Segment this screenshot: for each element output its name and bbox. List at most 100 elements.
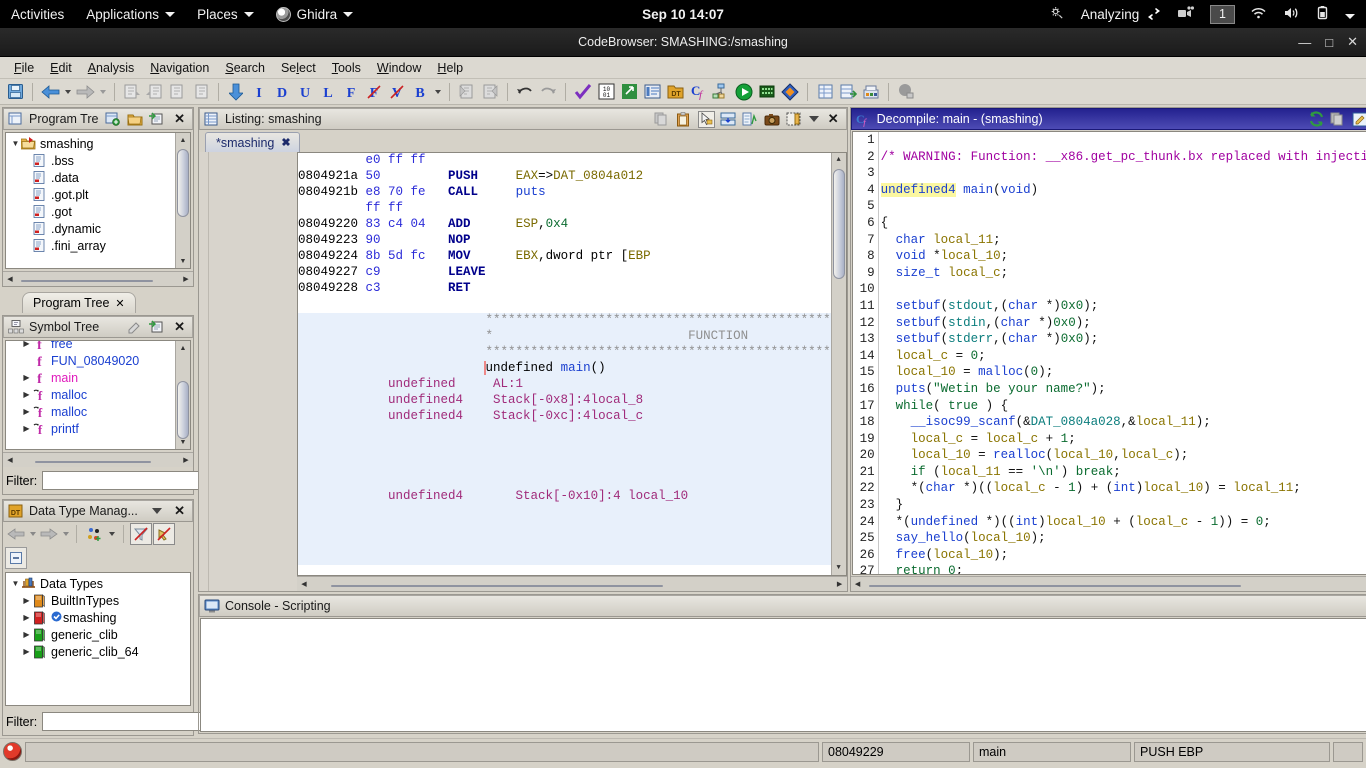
code-line[interactable]: puts("Wetin be your name?");	[881, 381, 1366, 398]
code-line[interactable]: /* WARNING: Function: __x86.get_pc_thunk…	[881, 149, 1366, 166]
expand-twisty-icon[interactable]: ▶	[21, 596, 32, 605]
snapshot-prev2-icon[interactable]	[167, 81, 189, 103]
listing-row[interactable]: ff ff	[298, 201, 846, 217]
code-line[interactable]: *(undefined *)((int)local_10 + (local_c …	[881, 514, 1366, 531]
code-line[interactable]	[881, 281, 1366, 298]
symbol-item-malloc[interactable]: ▶ f malloc	[6, 403, 190, 420]
symbol-item-free[interactable]: ▶ f free	[6, 341, 190, 352]
vertical-scrollbar[interactable]: ▲ ▼	[175, 133, 190, 268]
back-arrow-icon[interactable]	[39, 81, 61, 103]
code-line[interactable]	[881, 132, 1366, 149]
listing-row[interactable]: 08049223 90 NOP	[298, 233, 846, 249]
listing-row[interactable]: 08049224 8b 5d fc MOV EBX,dword ptr [EBP	[298, 249, 846, 265]
data-icon[interactable]: D	[271, 81, 293, 103]
listing-row[interactable]: e0 ff ff	[298, 153, 846, 169]
new-window-icon[interactable]	[148, 111, 165, 128]
console-output[interactable]	[200, 618, 1366, 732]
refresh-icon[interactable]	[1308, 111, 1325, 128]
menu-analysis[interactable]: Analysis	[80, 59, 143, 77]
new-tree-icon[interactable]	[104, 111, 121, 128]
back-dropdown-icon[interactable]	[62, 81, 73, 103]
maximize-button[interactable]: □	[1325, 35, 1333, 50]
back-arrow-icon[interactable]	[5, 523, 27, 545]
check-icon[interactable]	[572, 81, 594, 103]
memory-map-icon[interactable]	[641, 81, 663, 103]
wifi-icon[interactable]	[1243, 6, 1274, 23]
menu-select[interactable]: Select	[273, 59, 324, 77]
decompiler-body[interactable]: 1 2 3 4 5 6 7 8 9 10 11 12 13 14 15 16 17 18 19 20 21 22 23 24 2…	[851, 131, 1366, 575]
save-icon[interactable]	[4, 81, 26, 103]
table-icon[interactable]	[786, 111, 803, 128]
scroll-up-arrow[interactable]: ▲	[832, 153, 846, 167]
chevron-down-icon[interactable]	[148, 503, 165, 520]
tab-program-tree[interactable]: Program Tree ✕	[22, 292, 136, 313]
filter-input[interactable]	[42, 712, 206, 731]
code-line[interactable]: return 0;	[881, 563, 1366, 574]
undo-icon[interactable]	[514, 81, 536, 103]
code-line[interactable]: __isoc99_scanf(&DAT_0804a028,&local_11);	[881, 414, 1366, 431]
symbol-item-fun_08049020[interactable]: f FUN_08049020	[6, 352, 190, 369]
new-window-icon[interactable]	[148, 319, 165, 336]
diff-prev-icon[interactable]	[456, 81, 478, 103]
listing-variable-row[interactable]: undefined4 Stack[-0xc]:4local_c	[298, 409, 846, 425]
bookmark-dropdown-icon[interactable]	[432, 81, 443, 103]
decompile-icon[interactable]: Cf	[687, 81, 709, 103]
scroll-left-arrow[interactable]: ◀	[851, 580, 865, 588]
expand-twisty-icon[interactable]: ▼	[10, 579, 21, 588]
listing-function-signature[interactable]: undefined main()	[298, 361, 846, 377]
listing-row[interactable]: 08049227 c9 LEAVE	[298, 265, 846, 281]
expand-twisty-icon[interactable]: ▶	[21, 407, 32, 416]
forward-dropdown-icon[interactable]	[61, 523, 70, 545]
expand-twisty-icon[interactable]: ▶	[21, 613, 32, 622]
clear-flow-icon[interactable]: F	[363, 81, 385, 103]
data-type-item-generic_clib[interactable]: ▶ generic_clib	[6, 626, 190, 643]
filter-pointer-off-icon[interactable]	[153, 523, 175, 545]
scroll-thumb[interactable]	[35, 461, 151, 463]
close-icon[interactable]: ✕	[115, 297, 124, 310]
tree-root-smashing[interactable]: ▼ smashing	[6, 135, 190, 152]
copy-icon[interactable]	[1330, 111, 1347, 128]
places-menu[interactable]: Places	[186, 0, 265, 28]
filter-off-icon[interactable]	[130, 523, 152, 545]
code-line[interactable]: local_10 = malloc(0);	[881, 364, 1366, 381]
vertical-scrollbar[interactable]: ▲ ▼	[830, 153, 846, 575]
menu-tools[interactable]: Tools	[324, 59, 369, 77]
new-type-dropdown-icon[interactable]	[106, 523, 117, 545]
horizontal-scrollbar[interactable]: ◀ ▶	[297, 576, 847, 591]
code-line[interactable]: }	[881, 497, 1366, 514]
diamond-icon[interactable]	[779, 81, 801, 103]
listing-row[interactable]: 08049228 c3 RET	[298, 281, 846, 297]
symbol-item-printf[interactable]: ▶ f printf	[6, 420, 190, 437]
scroll-up-arrow[interactable]: ▲	[176, 133, 190, 147]
code-line[interactable]: if (local_11 == '\n') break;	[881, 464, 1366, 481]
cursor-icon[interactable]	[697, 110, 715, 128]
expand-twisty-icon[interactable]: ▶	[21, 424, 32, 433]
close-icon[interactable]: ✕	[824, 111, 843, 127]
snapshot-next-icon[interactable]	[144, 81, 166, 103]
edit-icon[interactable]	[126, 319, 143, 336]
flow-icon[interactable]	[742, 111, 759, 128]
scroll-thumb[interactable]	[177, 381, 189, 439]
tree-item-fini-array[interactable]: .fini_array	[6, 237, 190, 254]
listing-row[interactable]: 0804921a 50 PUSH EAX=>DAT_0804a012	[298, 169, 846, 185]
forward-arrow-icon[interactable]	[74, 81, 96, 103]
bytes-viewer-icon[interactable]: 10 01	[595, 81, 617, 103]
snapshot-prev-icon[interactable]	[121, 81, 143, 103]
redo-icon[interactable]	[537, 81, 559, 103]
program-trees-tree[interactable]: ▼ smashing .bss .data .got.plt .got .dynamic…	[5, 132, 191, 269]
function-icon[interactable]: F	[340, 81, 362, 103]
code-line[interactable]	[881, 198, 1366, 215]
expand-twisty-icon[interactable]: ▶	[21, 390, 32, 399]
clear-flow-recursive-icon[interactable]: V	[386, 81, 408, 103]
listing-variable-row[interactable]: undefined AL:1	[298, 377, 846, 393]
expand-twisty-icon[interactable]: ▶	[21, 341, 32, 348]
snapshot-next2-icon[interactable]	[190, 81, 212, 103]
vertical-scrollbar[interactable]: ▲ ▼	[175, 341, 190, 449]
archive-icon[interactable]	[860, 81, 882, 103]
code-line[interactable]: void *local_10;	[881, 248, 1366, 265]
gear-icon[interactable]	[1043, 5, 1072, 23]
scroll-down-arrow[interactable]: ▼	[832, 561, 846, 575]
function-graph-icon[interactable]	[710, 81, 732, 103]
expand-twisty-icon[interactable]: ▶	[21, 373, 32, 382]
horizontal-scrollbar[interactable]: ◀ ▶	[3, 452, 193, 467]
